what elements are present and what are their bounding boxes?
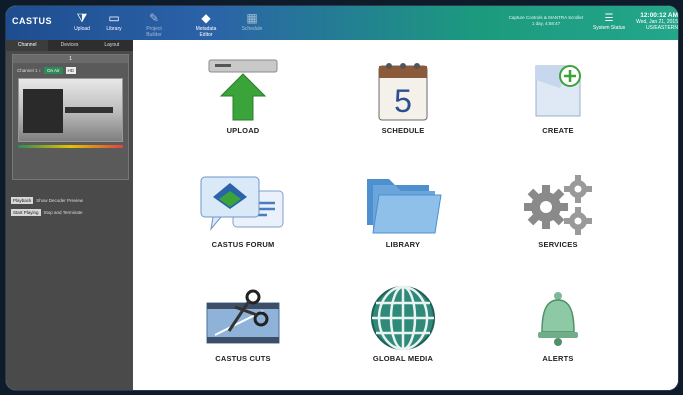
preview-bar [65,107,113,113]
tile-upload[interactable]: UPLOAD [173,54,313,135]
tab-devices[interactable]: Devices [48,40,90,51]
grid-icon: ▦ [246,11,258,25]
start-playing-button[interactable]: Start Playing [11,209,41,216]
channel-controls: Channel 1 ↕ On Air HD [13,63,128,78]
top-toolbar: CASTUS ⧩ Upload ▭ Library ✎ Project Buil… [6,6,678,40]
tile-library-label: LIBRARY [385,240,421,249]
sidebar: Channel Devices Layout 1 Channel 1 ↕ On … [6,40,133,390]
gears-icon [488,168,628,240]
clock: 12:00:12 AM Wed, Jan 21, 2015 US/EASTERN [634,12,678,31]
tile-alerts-label: ALERTS [542,354,574,363]
toolbar-schedule-label: Schedule [241,26,263,32]
tile-schedule-label: SCHEDULE [381,126,425,135]
pencil-icon: ✎ [148,11,160,25]
tile-global-media-label: GLOBAL MEDIA [372,354,434,363]
video-preview[interactable] [18,78,123,142]
tile-services[interactable]: SERVICES [488,168,628,249]
tile-alerts[interactable]: ALERTS [488,282,628,363]
preview-dark-region [23,89,63,133]
playback-button[interactable]: Playback [11,197,34,204]
playback-row: Playback Show Decoder Preview [11,197,128,204]
toolbar-upload-button[interactable]: ⧩ Upload [66,10,98,32]
toolbar-schedule-button[interactable]: ▦ Schedule [236,10,268,32]
toolbar-project-builder-button[interactable]: ✎ Project Builder [138,10,170,38]
tab-channel[interactable]: Channel [6,40,49,51]
toolbar-upload-label: Upload [74,26,90,32]
tile-castus-cuts-label: CASTUS CUTS [215,354,271,363]
toolbar-metadata-editor-label: Metadata Editor [195,26,217,38]
globe-icon [333,282,473,354]
sidebar-tabs: Channel Devices Layout [6,40,133,51]
tile-library[interactable]: LIBRARY [333,168,473,249]
upload-icon [173,54,313,126]
forum-icon [173,168,313,240]
toolbar-metadata-editor-button[interactable]: ◆ Metadata Editor [190,10,222,38]
toolbar-library-button[interactable]: ▭ Library [98,10,130,32]
toolbar-project-builder-label: Project Builder [146,26,162,38]
tile-castus-cuts[interactable]: CASTUS CUTS [173,282,313,363]
start-playing-row: Start Playing Stop and Terminate [11,209,128,216]
scissors-film-icon [173,282,313,354]
channel-preview-panel: 1 Channel 1 ↕ On Air HD [12,54,129,180]
brand-logo[interactable]: CASTUS [12,16,52,26]
tile-upload-label: UPLOAD [226,126,260,135]
playback-row-text: Show Decoder Preview [36,198,84,203]
tab-layout[interactable]: Layout [91,40,133,51]
main-launcher: UPLOAD 5 SCHEDULE CREATE CASTUS FORUM LI… [133,40,678,390]
channel-number: 1 [13,55,128,63]
tile-create-label: CREATE [542,126,574,135]
tile-castus-forum[interactable]: CASTUS FORUM [173,168,313,249]
system-status-button[interactable]: ☰ System Status [589,13,629,31]
folder-icon: ▭ [108,11,120,25]
calendar-icon: 5 [333,54,473,126]
audio-level-meter [18,145,123,148]
start-playing-row-text: Stop and Terminate [43,210,83,215]
app-window: CASTUS ⧩ Upload ▭ Library ✎ Project Buil… [6,6,678,390]
filter-icon: ⧩ [76,11,88,25]
clock-time: 12:00:12 AM [640,12,678,19]
status-text: Capture Controls & MANTRA Scroller 1 day… [501,15,591,27]
on-air-toggle[interactable]: On Air [44,67,63,74]
library-folder-icon [333,168,473,240]
tile-schedule[interactable]: 5 SCHEDULE [333,54,473,135]
status-line-2: 1 day, 4:58:47 [531,21,561,26]
tag-icon: ◆ [201,11,211,25]
system-status-label: System Status [592,25,626,31]
hd-badge[interactable]: HD [65,67,77,74]
channel-select[interactable]: Channel 1 ↕ [17,68,41,73]
bell-icon [488,282,628,354]
toolbar-library-label: Library [106,26,122,32]
calendar-day: 5 [394,83,412,119]
server-icon: ☰ [604,13,614,24]
tile-castus-forum-label: CASTUS FORUM [211,240,275,249]
clock-zone: US/EASTERN [646,25,678,31]
tile-services-label: SERVICES [538,240,578,249]
tile-global-media[interactable]: GLOBAL MEDIA [333,282,473,363]
tile-create[interactable]: CREATE [488,54,628,135]
create-document-icon [488,54,628,126]
playback-rows: Playback Show Decoder Preview Start Play… [6,192,133,216]
